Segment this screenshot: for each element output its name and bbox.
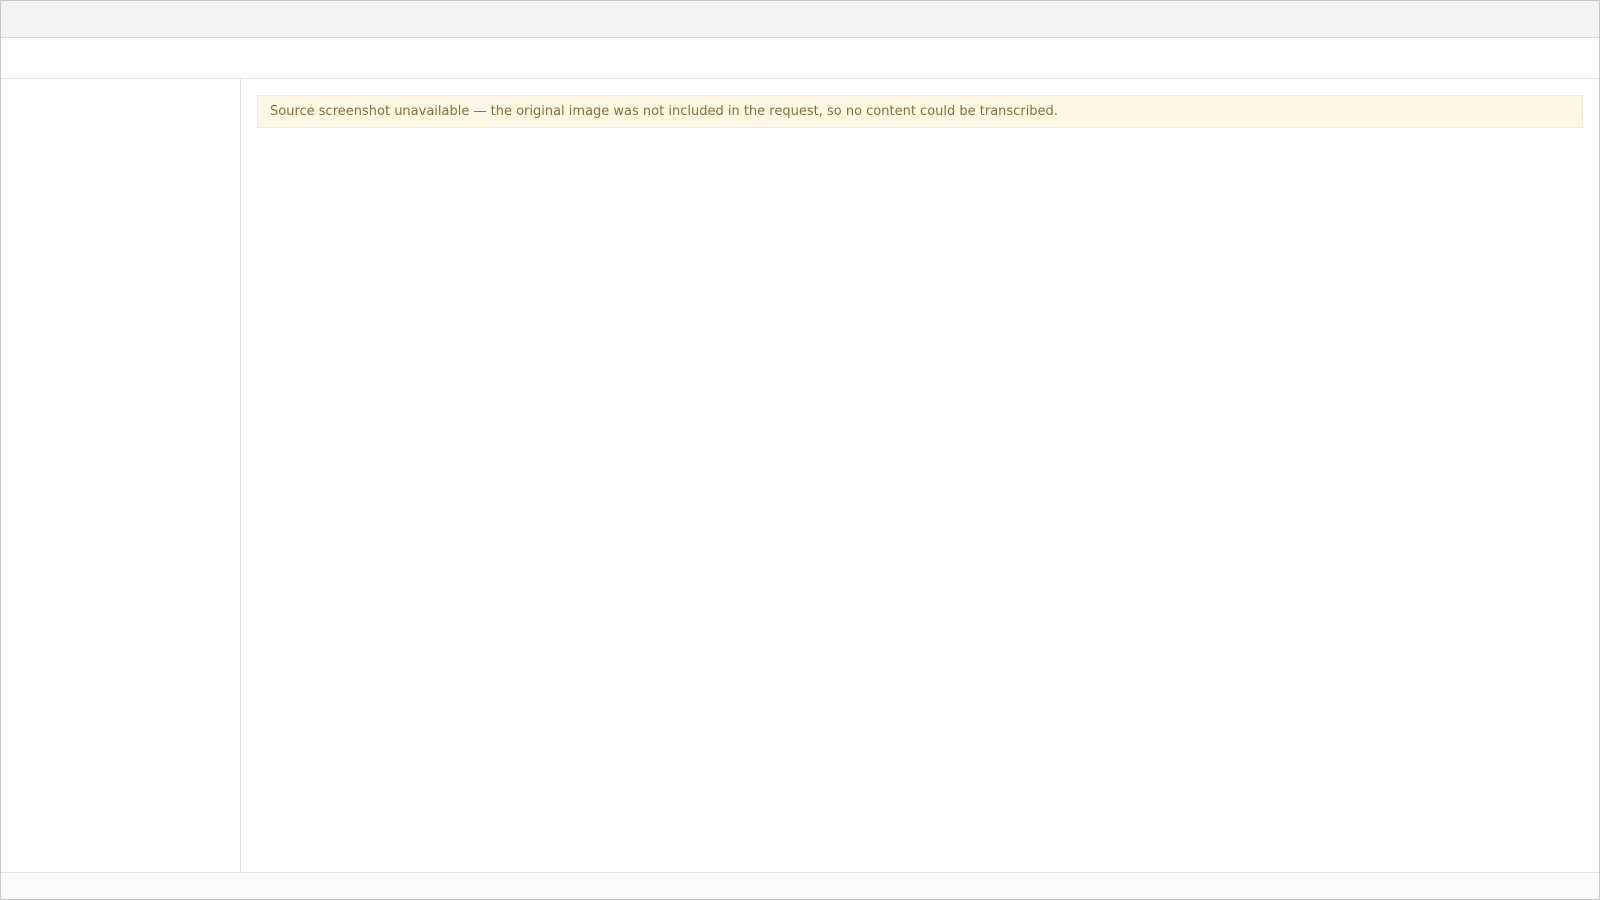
title-bar <box>1 1 1599 38</box>
app-window: Source screenshot unavailable — the orig… <box>0 0 1600 900</box>
status-bar <box>1 872 1599 899</box>
main-content: Source screenshot unavailable — the orig… <box>241 79 1599 872</box>
window-body: Source screenshot unavailable — the orig… <box>1 79 1599 872</box>
missing-image-notice: Source screenshot unavailable — the orig… <box>257 95 1583 128</box>
sidebar <box>1 79 241 872</box>
toolbar <box>1 38 1599 79</box>
